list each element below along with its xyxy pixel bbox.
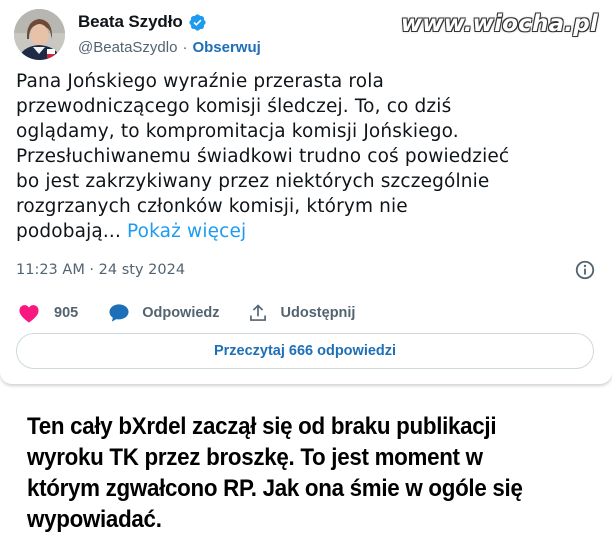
share-label: Udostępnij [280, 305, 356, 321]
avatar-photo [14, 9, 65, 60]
avatar[interactable] [14, 9, 65, 60]
share-upload-icon [249, 304, 266, 321]
comment-line: wyroku TK przez broszkę. To jest moment … [27, 444, 483, 471]
follow-button[interactable]: Obserwuj [192, 39, 260, 56]
comment-line: Ten cały bXrdel zaczął się od braku publ… [27, 413, 497, 440]
tweet-body-line: Pana Jońskiego wyraźnie przerasta rola [16, 71, 384, 92]
read-replies-button[interactable]: Przeczytaj 666 odpowiedzi [16, 333, 594, 369]
comment-caption: Ten cały bXrdel zaczął się od braku publ… [27, 411, 562, 535]
tweet-body-truncated: podobają... [16, 221, 121, 242]
watermark: www.wiocha.pl [401, 8, 598, 40]
author-name[interactable]: Beata Szydło [78, 12, 183, 32]
show-more-link[interactable]: Pokaż więcej [127, 221, 246, 242]
meta-row: 11:23 AM · 24 sty 2024 [16, 258, 596, 282]
like-button[interactable]: 905 [18, 303, 78, 323]
tweet-actions: 905 Odpowiedz Udostępnij [18, 300, 355, 326]
watermark-text: www.wiocha.pl [400, 11, 598, 37]
tweet-body: Pana Jońskiego wyraźnie przerasta rola p… [16, 69, 596, 244]
info-icon[interactable] [574, 259, 596, 281]
tweet-body-line: bo jest zakrzykiwany przez niektórych sz… [16, 171, 490, 192]
comment-line: którym zgwałcono RP. Jak ona śmie w ogól… [27, 475, 523, 502]
like-count: 905 [54, 305, 79, 321]
handle-row: @BeataSzydlo · Obserwuj [78, 38, 261, 56]
reply-label: Odpowiedz [142, 305, 220, 321]
tweet-timestamp[interactable]: 11:23 AM · 24 sty 2024 [16, 262, 185, 278]
verified-badge-icon [188, 13, 207, 32]
tweet-body-line: przewodniczącego komisji śledczej. To, c… [16, 96, 452, 117]
tweet-body-line: oglądamy, to kompromitacja komisji Jońsk… [16, 121, 459, 142]
reply-button[interactable]: Odpowiedz [108, 303, 220, 323]
author-name-row: Beata Szydło [78, 11, 207, 33]
tweet-body-line: Przesłuchiwanemu świadkowi trudno coś po… [16, 146, 510, 167]
tweet-card: Beata Szydło @BeataSzydlo · Obserwuj www… [0, 0, 612, 384]
separator-dot: · [182, 38, 188, 56]
reply-bubble-icon [109, 304, 129, 322]
comment-line: wypowiadać. [27, 506, 162, 533]
author-handle[interactable]: @BeataSzydlo [78, 39, 177, 56]
share-button[interactable]: Udostępnij [248, 303, 356, 323]
heart-icon [19, 305, 39, 323]
tweet-body-last-line: podobają... Pokaż więcej [16, 219, 596, 244]
tweet-body-line: rozgrzanych członków komisji, którym nie [16, 196, 408, 217]
